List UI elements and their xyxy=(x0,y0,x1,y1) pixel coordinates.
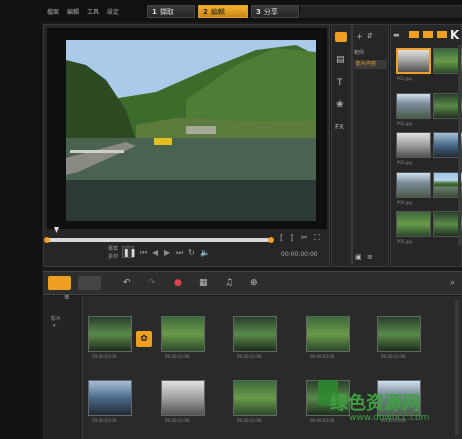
motion-track-icon[interactable]: ⊕ xyxy=(250,278,258,288)
step-share-label: 分享 xyxy=(263,8,278,16)
timeline-clip[interactable] xyxy=(377,316,421,352)
timeline-clip[interactable] xyxy=(306,316,350,352)
instant-project-icon[interactable]: ▤ xyxy=(336,55,345,65)
timeline-clip[interactable] xyxy=(88,316,132,352)
sort-icon[interactable]: K xyxy=(450,28,459,42)
step-share-number: 3 xyxy=(256,8,261,16)
step-capture-number: 1 xyxy=(152,8,157,16)
timeline-clip[interactable] xyxy=(88,380,132,416)
search-icon[interactable]: ⌕ xyxy=(450,278,455,288)
track-header xyxy=(43,296,83,439)
auto-music-icon[interactable]: ♫ xyxy=(225,278,233,288)
step-edit-label: 編輯 xyxy=(210,8,225,16)
folder-icon[interactable]: ▬ xyxy=(393,31,400,39)
library-thumb[interactable] xyxy=(396,211,431,237)
redo-icon[interactable]: ↷ xyxy=(148,278,156,288)
mark-in-icon[interactable]: [ xyxy=(280,233,283,242)
library-thumb-label: P05.jpg xyxy=(397,239,412,244)
library-thumb[interactable] xyxy=(396,132,431,158)
timeline-scrollbar[interactable] xyxy=(455,300,459,435)
step-share-tab[interactable]: 3 分享 xyxy=(251,5,299,18)
show-photo-icon[interactable] xyxy=(423,31,433,38)
step-edit-number: 2 xyxy=(203,8,208,16)
clip-duration: 00:00:03:00 xyxy=(381,354,406,359)
mark-in-handle[interactable] xyxy=(44,237,50,243)
mark-out-handle[interactable] xyxy=(268,237,274,243)
media-icon[interactable] xyxy=(335,32,347,42)
track-menu-icon[interactable]: ≡ xyxy=(64,293,70,301)
timeline-clip[interactable] xyxy=(161,380,205,416)
library-thumb[interactable] xyxy=(396,48,431,74)
clip-duration: 00:00:03:00 xyxy=(237,354,262,359)
jump-end-icon[interactable]: ⏭ xyxy=(176,248,183,258)
track-expand-icon[interactable]: ▾ xyxy=(53,323,56,329)
clip-duration: 00:00:03:00 xyxy=(165,354,190,359)
menu-settings[interactable]: 設定 xyxy=(107,7,119,16)
timecode-display[interactable]: 00:00:00:00 xyxy=(281,251,318,258)
step-capture-label: 擷取 xyxy=(159,8,174,16)
repeat-icon[interactable]: ↻ xyxy=(188,248,195,257)
mixer-icon[interactable]: ▦ xyxy=(199,278,208,288)
timeline-view-button[interactable] xyxy=(78,276,101,290)
timeline-clip[interactable] xyxy=(233,316,277,352)
lake-scene-image xyxy=(66,40,316,221)
library-thumb[interactable] xyxy=(396,172,431,198)
title-icon[interactable]: T xyxy=(337,78,343,88)
clip-mode-label[interactable]: 素材 xyxy=(108,253,118,260)
step-edit-tab[interactable]: 2 編輯 xyxy=(198,5,248,18)
watermark-url: www.downcc.com xyxy=(349,413,430,423)
left-margin xyxy=(0,0,42,439)
fullscreen-icon[interactable]: ⛶ xyxy=(314,233,320,243)
menu-filler xyxy=(300,5,462,18)
undo-icon[interactable]: ↶ xyxy=(123,278,131,288)
record-icon[interactable]: ● xyxy=(174,278,182,288)
clip-duration: 00:00:03:00 xyxy=(165,418,190,423)
clip-duration: 00:00:03:00 xyxy=(92,418,117,423)
menu-file[interactable]: 檔案 xyxy=(47,7,59,16)
next-frame-icon[interactable]: ▶ xyxy=(164,248,170,257)
menu-tools[interactable]: 工具 xyxy=(87,7,99,16)
show-audio-icon[interactable] xyxy=(437,31,447,38)
mark-out-icon[interactable]: ] xyxy=(290,233,293,242)
transition-icon[interactable]: ✿ xyxy=(136,331,152,347)
volume-icon[interactable]: 🔈 xyxy=(200,248,210,257)
preview-viewport[interactable] xyxy=(66,40,316,221)
clip-duration: 00:00:03:00 xyxy=(237,418,262,423)
library-options-icon[interactable]: ▣ xyxy=(355,253,362,261)
show-video-icon[interactable] xyxy=(409,31,419,38)
track-label: 影片 xyxy=(51,316,62,322)
clip-duration: 00:00:03:00 xyxy=(92,354,117,359)
clip-duration: 00:00:03:00 xyxy=(310,418,335,423)
library-tab-samples[interactable]: 範例 xyxy=(354,49,364,56)
library-thumb-label: P02.jpg xyxy=(397,121,412,126)
clip-duration: 00:00:03:00 xyxy=(310,354,335,359)
timeline-clip[interactable] xyxy=(161,316,205,352)
add-folder-icon[interactable]: + xyxy=(356,32,363,41)
library-tab-video[interactable]: 影片內容 xyxy=(354,60,387,69)
fx-icon[interactable]: FX xyxy=(335,123,344,131)
folder-menu-icon[interactable]: ⇵ xyxy=(367,32,373,40)
menu-edit[interactable]: 編輯 xyxy=(67,7,79,16)
library-scrollbar[interactable] xyxy=(458,45,461,245)
graphics-icon[interactable]: ❀ xyxy=(336,100,344,110)
library-thumb-label: P01.jpg xyxy=(397,76,412,81)
storyboard-view-button[interactable] xyxy=(48,276,71,290)
library-thumb-label: P04.jpg xyxy=(397,200,412,205)
prev-frame-icon[interactable]: ◀ xyxy=(152,248,158,257)
project-mode-label[interactable]: 專案 xyxy=(108,245,118,252)
scrub-fill xyxy=(47,238,270,242)
library-view-icon[interactable]: ≡ xyxy=(367,253,373,261)
play-icon[interactable]: ❚❚ xyxy=(122,246,136,258)
jump-start-icon[interactable]: ⏮ xyxy=(140,248,147,258)
split-clip-icon[interactable]: ✂ xyxy=(301,233,308,242)
timeline-clip[interactable] xyxy=(233,380,277,416)
step-capture-tab[interactable]: 1 擷取 xyxy=(147,5,195,18)
library-thumb-label: P03.jpg xyxy=(397,160,412,165)
watermark-text: 绿色资源网 xyxy=(330,393,420,414)
library-thumb[interactable] xyxy=(396,93,431,119)
